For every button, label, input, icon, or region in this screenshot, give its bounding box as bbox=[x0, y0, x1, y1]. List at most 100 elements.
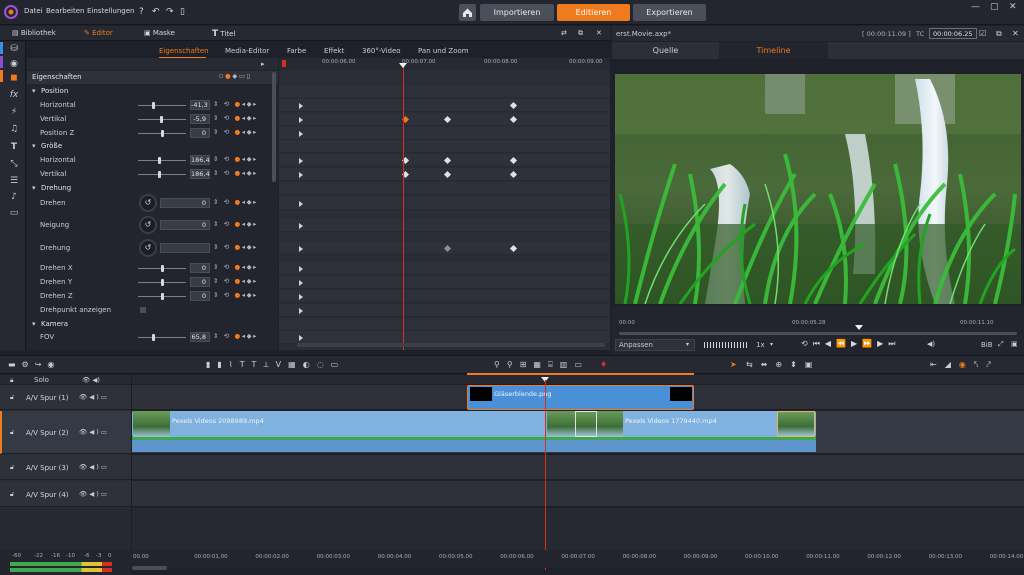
slider-knob[interactable] bbox=[161, 293, 164, 300]
menu-file[interactable]: Datei bbox=[24, 7, 43, 15]
expand-triangle-icon[interactable] bbox=[299, 158, 303, 164]
save-icon[interactable]: ▯ bbox=[180, 7, 185, 17]
tab-media-editor[interactable]: Media-Editor bbox=[225, 47, 269, 55]
track-av1-controls[interactable]: 👁︎◀)▭ bbox=[79, 393, 109, 401]
tab-effect[interactable]: Effekt bbox=[324, 47, 344, 55]
lock-icon[interactable]: 🔒︎ bbox=[10, 376, 13, 385]
help-icon[interactable]: ? bbox=[139, 7, 144, 17]
expand-triangle-icon[interactable] bbox=[299, 266, 303, 272]
slider-knob[interactable] bbox=[160, 116, 163, 123]
keyframe-controls[interactable]: ⇕ ⟲ ●◂◆▸ bbox=[213, 243, 258, 251]
slider-knob[interactable] bbox=[161, 265, 164, 272]
property-value-field[interactable]: 0 bbox=[190, 128, 210, 138]
current-timecode[interactable]: 00:00:06.25 bbox=[929, 28, 977, 39]
expand-triangle-icon[interactable] bbox=[299, 294, 303, 300]
transport-buttons[interactable]: ⟲⏮◀⏪▶⏩▶⏭ bbox=[801, 339, 900, 349]
property-value-field[interactable]: -41,3 bbox=[190, 100, 210, 110]
shuttle-control[interactable] bbox=[704, 342, 748, 348]
fx-icon[interactable]: fx bbox=[9, 90, 19, 100]
rotation-dial[interactable]: ↺ bbox=[139, 239, 157, 257]
properties-scrollbar[interactable] bbox=[272, 72, 276, 182]
edit-mode-button[interactable]: Editieren bbox=[557, 4, 630, 21]
keyframe-controls[interactable]: ⇕ ⟲ ●◂◆▸ bbox=[213, 100, 258, 108]
property-slider[interactable] bbox=[138, 116, 186, 123]
property-slider[interactable] bbox=[138, 293, 186, 300]
close-icon[interactable]: ✕ bbox=[1009, 2, 1017, 12]
property-value-field[interactable]: 0 bbox=[190, 291, 210, 301]
slider-knob[interactable] bbox=[152, 334, 155, 341]
slider-knob[interactable] bbox=[158, 157, 161, 164]
keyframe-playhead[interactable] bbox=[403, 66, 404, 350]
keyframe-hscrollbar[interactable] bbox=[297, 343, 605, 347]
keyframe-diamond[interactable] bbox=[443, 156, 452, 165]
lock-icon[interactable]: 🔓︎ bbox=[10, 393, 14, 402]
settings-icon[interactable]: ▣ bbox=[1011, 340, 1018, 348]
slider-knob[interactable] bbox=[158, 171, 161, 178]
timeline-clip-tools[interactable]: ⚲⚲⊞▦⌸▥▭ bbox=[494, 360, 589, 370]
expand-triangle-icon[interactable] bbox=[299, 246, 303, 252]
rotation-dial[interactable]: ↺ bbox=[139, 216, 157, 234]
timeline-snap-tools[interactable]: ⇆⬌⊕⬍▣ bbox=[746, 360, 820, 369]
music-icon[interactable]: ♫ bbox=[9, 124, 19, 134]
lock-icon[interactable]: 🔓︎ bbox=[10, 428, 14, 437]
property-slider[interactable] bbox=[138, 334, 186, 341]
import-mode-button[interactable]: Importieren bbox=[480, 4, 554, 21]
tab-color[interactable]: Farbe bbox=[287, 47, 306, 55]
expand-triangle-icon[interactable] bbox=[299, 201, 303, 207]
motion-icon[interactable]: ⤡ bbox=[9, 159, 19, 169]
property-value-field[interactable] bbox=[160, 243, 210, 253]
scrub-bar[interactable] bbox=[619, 332, 1017, 335]
tab-mask[interactable]: ▣ Maske bbox=[144, 29, 175, 37]
header-controls[interactable]: ▫●◆▭▯ bbox=[219, 72, 252, 80]
expand-triangle-icon[interactable] bbox=[299, 131, 303, 137]
track-av4-controls[interactable]: 👁︎◀)▭ bbox=[79, 490, 109, 498]
timeline-hscrollbar[interactable] bbox=[132, 566, 167, 570]
menu-settings[interactable]: Einstellungen bbox=[87, 7, 134, 15]
expand-triangle-icon[interactable] bbox=[299, 103, 303, 109]
home-button[interactable] bbox=[459, 4, 476, 21]
audio-effect-icon[interactable]: ♪ bbox=[9, 192, 19, 202]
keyframe-diamond[interactable] bbox=[509, 115, 518, 124]
keyframe-controls[interactable]: ⇕ ⟲ ●◂◆▸ bbox=[213, 114, 258, 122]
property-value-field[interactable]: 186,4 bbox=[190, 155, 210, 165]
property-value-field[interactable]: 186,4 bbox=[190, 169, 210, 179]
subtitle-icon[interactable]: ▭ bbox=[9, 208, 19, 218]
detach-icon[interactable]: ⧉ bbox=[578, 29, 583, 38]
transition-icon[interactable]: ⚡ bbox=[9, 107, 19, 117]
detach-preview-icon[interactable]: ⧉ bbox=[996, 29, 1002, 39]
property-slider[interactable] bbox=[138, 102, 186, 109]
keyframe-diamond[interactable] bbox=[443, 244, 452, 253]
section-caret-icon[interactable]: ▾ bbox=[32, 87, 36, 95]
timeline-right-tools[interactable]: ⇤◢◉⤣⤤ bbox=[930, 360, 999, 370]
video-clip-1[interactable]: Pexels Videos 2098989.mp4 bbox=[132, 411, 585, 437]
property-value-field[interactable]: 65,8 bbox=[190, 332, 210, 342]
layers-icon[interactable]: ☰ bbox=[9, 176, 19, 186]
tab-source[interactable]: Quelle bbox=[612, 42, 719, 59]
property-slider[interactable] bbox=[138, 157, 186, 164]
maximize-icon[interactable]: ▢ bbox=[990, 2, 999, 12]
expand-triangle-icon[interactable] bbox=[299, 223, 303, 229]
tab-title[interactable]: T Titel bbox=[212, 29, 235, 39]
tab-pan-zoom[interactable]: Pan und Zoom bbox=[418, 47, 469, 55]
keyframe-diamond[interactable] bbox=[443, 170, 452, 179]
property-slider[interactable] bbox=[138, 130, 186, 137]
bib-label[interactable]: BiB bbox=[981, 341, 993, 349]
section-caret-icon[interactable]: ▾ bbox=[32, 184, 36, 192]
keyframe-controls[interactable]: ⇕ ⟲ ●◂◆▸ bbox=[213, 277, 258, 285]
keyframe-diamond[interactable] bbox=[509, 156, 518, 165]
slider-knob[interactable] bbox=[161, 130, 164, 137]
timeline-edit-tools[interactable]: ▮▮⌇TT⟂V▦◐◌▭ bbox=[206, 360, 345, 370]
property-slider[interactable] bbox=[138, 171, 186, 178]
color-icon[interactable]: ◉ bbox=[9, 59, 19, 69]
panel-close-icon[interactable]: ✕ bbox=[596, 29, 602, 37]
expand-triangle-icon[interactable] bbox=[299, 335, 303, 341]
tab-properties[interactable]: Eigenschaften bbox=[159, 47, 209, 55]
speed-dropdown[interactable]: 1x bbox=[756, 341, 765, 349]
video-clip-2[interactable]: Pexels Videos 1779440.mp4 bbox=[575, 411, 816, 437]
keyframe-diamond[interactable] bbox=[509, 101, 518, 110]
keyframe-controls[interactable]: ⇕ ⟲ ●◂◆▸ bbox=[213, 128, 258, 136]
solo-controls[interactable]: 👁︎ ◀) bbox=[82, 376, 100, 384]
overlay-clip[interactable]: Gläserblende.png bbox=[467, 385, 694, 410]
timeline-left-tools[interactable]: ▬⚙↪◉ bbox=[8, 360, 60, 369]
property-value-field[interactable]: 0 bbox=[190, 263, 210, 273]
